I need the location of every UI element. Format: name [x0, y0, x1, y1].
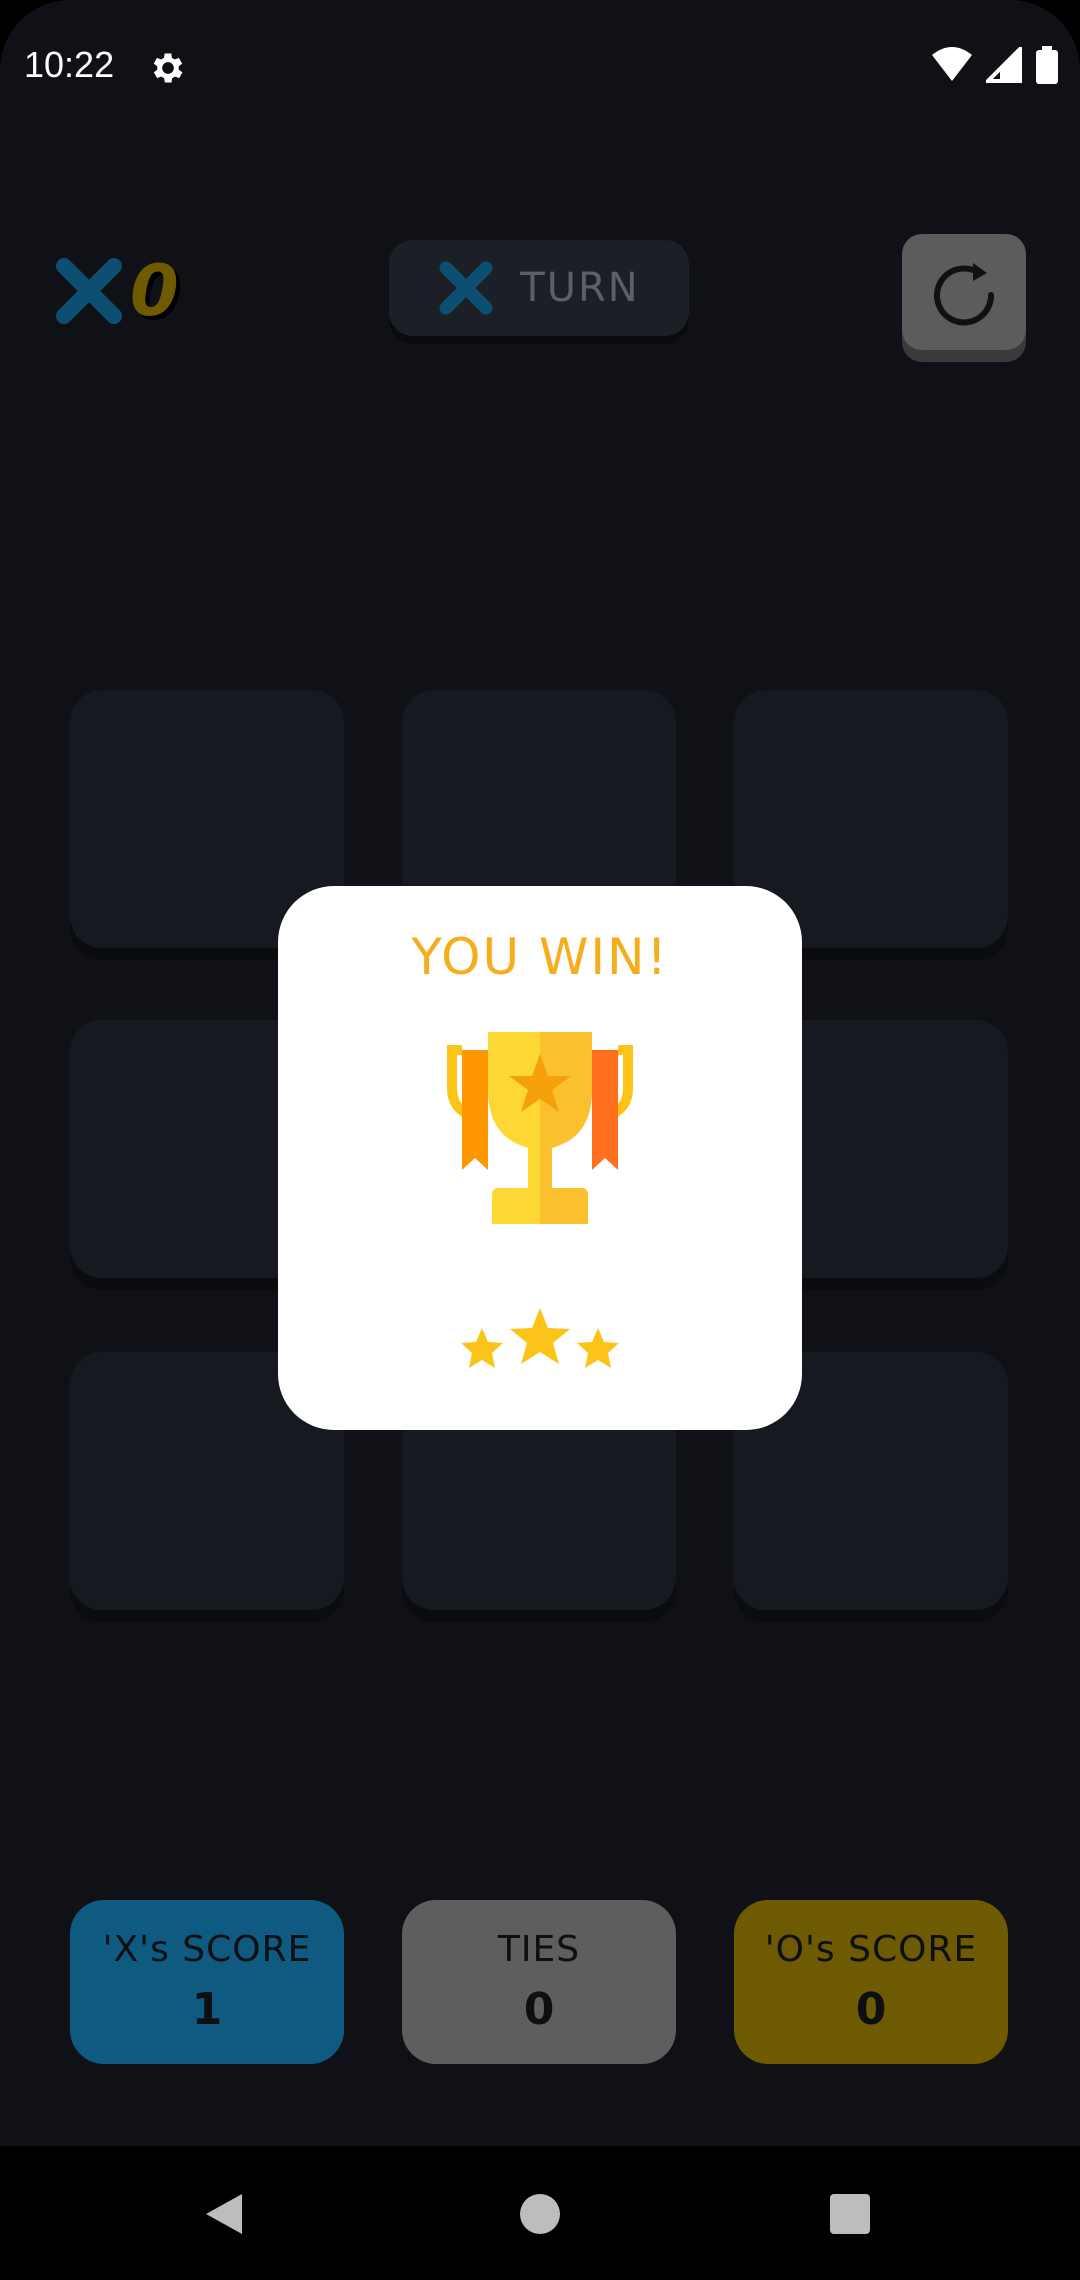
turn-indicator: TURN: [389, 240, 689, 336]
x-score-value: 1: [191, 1984, 223, 2035]
o-score-card: 'O's SCORE 0: [734, 1900, 1008, 2064]
home-icon[interactable]: [518, 2192, 562, 2236]
ties-label: TIES: [497, 1929, 581, 1970]
signal-icon: [986, 47, 1022, 83]
x-mark-icon: [439, 261, 493, 315]
x-win-count: 0: [130, 250, 179, 332]
recents-icon[interactable]: [830, 2194, 870, 2234]
trophy-icon: [447, 1032, 633, 1224]
current-player-indicator: 0: [54, 250, 179, 332]
x-score-card: 'X's SCORE 1: [70, 1900, 344, 2064]
battery-icon: [1036, 46, 1058, 84]
restart-icon: [934, 263, 995, 326]
o-score-value: 0: [855, 1984, 887, 2035]
restart-button[interactable]: [902, 234, 1026, 350]
ties-value: 0: [523, 1984, 555, 2035]
star-icon: [577, 1328, 619, 1368]
stars-rating: [461, 1308, 619, 1368]
wifi-icon: [932, 47, 972, 81]
turn-label: TURN: [520, 265, 640, 311]
game-screen: 10:22 0 TURN 'X's SCORE 1 TIES 0 'O's SC…: [0, 0, 1080, 2280]
win-title: YOU WIN!: [411, 928, 669, 986]
x-mark-icon: [56, 258, 122, 324]
back-icon[interactable]: [204, 2192, 244, 2236]
gear-icon: [153, 53, 183, 83]
system-nav-bar: [0, 2146, 1080, 2280]
star-icon: [510, 1308, 570, 1364]
status-time: 10:22: [24, 44, 115, 85]
x-score-label: 'X's SCORE: [102, 1929, 312, 1970]
ties-score-card: TIES 0: [402, 1900, 676, 2064]
status-icons: [932, 46, 1058, 84]
o-score-label: 'O's SCORE: [764, 1929, 978, 1970]
win-dialog: YOU WIN!: [278, 886, 802, 1430]
star-icon: [461, 1328, 503, 1368]
